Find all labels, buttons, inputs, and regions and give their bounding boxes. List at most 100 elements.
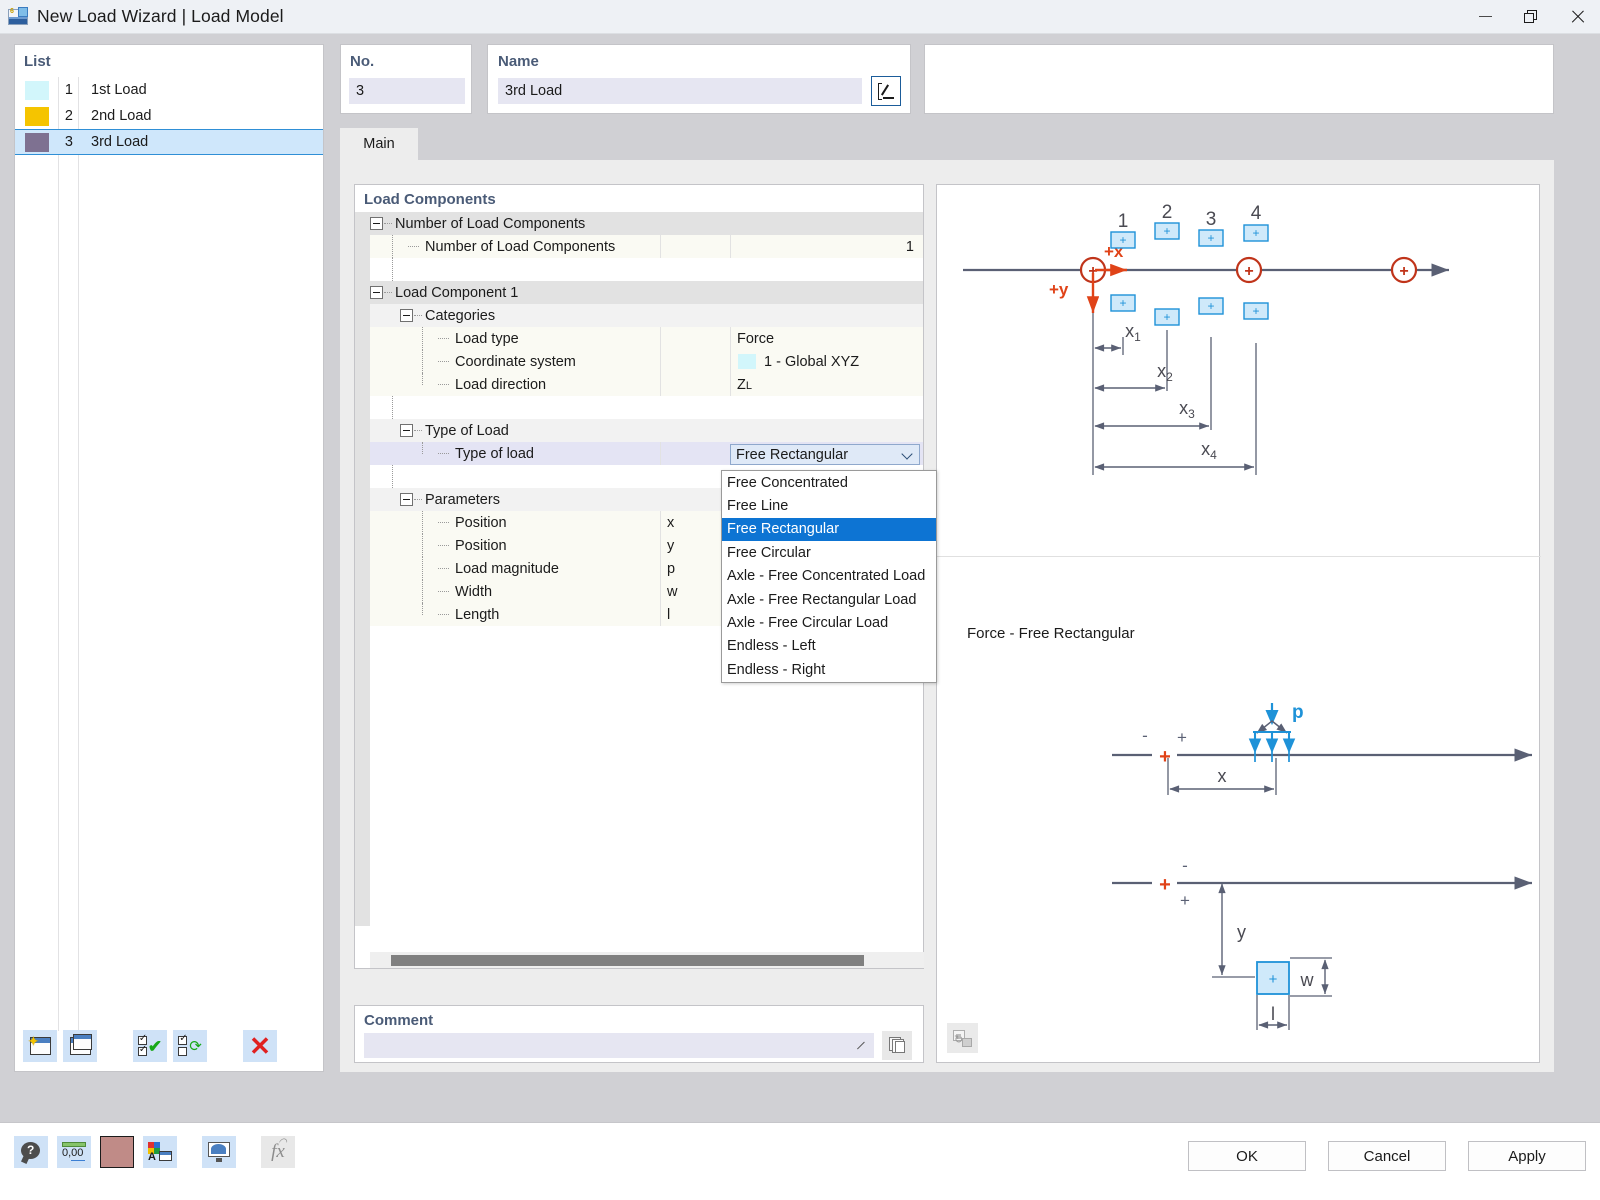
tree-row-load-type[interactable]: Load type Force [355, 327, 923, 350]
tree-horizontal-scrollbar[interactable] [370, 952, 924, 968]
svg-text:+: + [1119, 296, 1126, 310]
tree-row-label: Width [455, 583, 493, 600]
formula-button[interactable]: fx ◠ [261, 1136, 295, 1168]
dropdown-option-axle-free-circular-load[interactable]: Axle - Free Circular Load [722, 611, 936, 634]
display-properties-button[interactable]: A [143, 1136, 177, 1168]
list-item-label: 3rd Load [91, 134, 149, 150]
name-edit-button[interactable] [871, 76, 901, 106]
collapse-icon[interactable] [400, 424, 413, 437]
scrollbar-thumb[interactable] [391, 955, 864, 966]
tree-row-value: Force [737, 330, 775, 347]
type-of-load-combobox[interactable]: Free Rectangular [730, 444, 920, 465]
main-content: Load Components Number of Load Component… [340, 160, 1554, 1072]
svg-text:+: + [1177, 728, 1187, 747]
tree-row-symbol: y [667, 537, 675, 554]
list-item-number: 1 [64, 82, 73, 98]
list-panel: List 1 1st Load 2 2nd Load 3 3rd Load ✦ [14, 44, 324, 1072]
fx-icon: fx ◠ [271, 1137, 287, 1162]
tree-row-type-of-load[interactable]: Type of load Free Rectangular [355, 442, 923, 465]
resize-handle-icon[interactable] [855, 1040, 865, 1050]
info-panel [924, 44, 1554, 114]
svg-text:x2: x2 [1157, 361, 1173, 384]
type-of-load-value: Free Rectangular [736, 446, 849, 463]
tree-row-label: Position [455, 514, 507, 531]
decimal-ruler-icon: 0,00 [62, 1142, 86, 1162]
tree-group-type-of-load[interactable]: Type of Load [355, 419, 923, 442]
tree-group-load-component-1[interactable]: Load Component 1 [355, 281, 923, 304]
invert-selection-button[interactable]: ⟳ [173, 1030, 207, 1062]
dropdown-option-free-circular[interactable]: Free Circular [722, 541, 936, 564]
tree-group-number-of-load-components[interactable]: Number of Load Components [355, 212, 923, 235]
svg-text:+: + [1269, 971, 1278, 988]
svg-text:x1: x1 [1125, 321, 1141, 344]
minimize-button[interactable] [1462, 0, 1508, 34]
svg-text:-: - [1182, 856, 1188, 875]
list-item-2[interactable]: 2 2nd Load [15, 103, 323, 129]
cancel-button[interactable]: Cancel [1328, 1141, 1446, 1171]
color-swatch-button[interactable] [100, 1136, 134, 1168]
tree-row-load-direction[interactable]: Load direction ZL [355, 373, 923, 396]
diagram-caption: Force - Free Rectangular [967, 625, 1135, 642]
tab-main[interactable]: Main [340, 128, 418, 160]
tree-row-label: Parameters [425, 491, 500, 508]
list-item-3[interactable]: 3 3rd Load [15, 129, 323, 155]
close-button[interactable] [1554, 0, 1600, 34]
comment-copy-button[interactable] [882, 1031, 912, 1060]
diagram-refresh-button[interactable]: ↻ [947, 1023, 978, 1053]
restore-button[interactable] [1508, 0, 1554, 34]
svg-text:+: + [1119, 233, 1126, 247]
delete-load-button[interactable]: ✕ [243, 1030, 277, 1062]
tree-row-label: Number of Load Components [395, 215, 586, 232]
checklist-check-icon: ✔ [137, 1033, 162, 1056]
dialog-footer: ? 0,00 A fx ◠ OK Cancel Apply [0, 1122, 1600, 1200]
collapse-icon[interactable] [370, 286, 383, 299]
tree-group-categories[interactable]: Categories [355, 304, 923, 327]
svg-text:+: + [1159, 746, 1171, 768]
no-panel-title: No. [350, 53, 375, 70]
comment-panel-title: Comment [364, 1012, 434, 1029]
visual-settings-button[interactable] [202, 1136, 236, 1168]
tree-row-value: 1 [905, 238, 914, 255]
svg-text:+: + [1252, 304, 1259, 318]
dropdown-option-free-concentrated[interactable]: Free Concentrated [722, 471, 936, 494]
tree-spacer [355, 258, 923, 281]
tab-main-label: Main [363, 136, 395, 152]
chevron-down-icon[interactable] [903, 449, 913, 459]
select-all-button[interactable]: ✔ [133, 1030, 167, 1062]
tree-row-coordinate-system[interactable]: Coordinate system 1 - Global XYZ [355, 350, 923, 373]
dropdown-option-axle-free-rectangular-load[interactable]: Axle - Free Rectangular Load [722, 588, 936, 611]
pencil-edit-icon [877, 82, 895, 100]
dropdown-option-endless-right[interactable]: Endless - Right [722, 658, 936, 681]
ok-button[interactable]: OK [1188, 1141, 1306, 1171]
tree-row-value: ZL [737, 376, 752, 393]
list-item-1[interactable]: 1 1st Load [15, 77, 323, 103]
name-input[interactable] [498, 78, 862, 104]
tree-panel-title: Load Components [364, 191, 496, 208]
collapse-icon[interactable] [400, 493, 413, 506]
svg-text:+: + [1163, 224, 1170, 238]
collapse-icon[interactable] [370, 217, 383, 230]
collapse-icon[interactable] [400, 309, 413, 322]
monitor-icon [208, 1142, 230, 1162]
apply-button[interactable]: Apply [1468, 1141, 1586, 1171]
new-load-button[interactable]: ✦ [23, 1030, 57, 1062]
tree-row-label: Load magnitude [455, 560, 559, 577]
type-of-load-dropdown[interactable]: Free Concentrated Free Line Free Rectang… [721, 470, 937, 683]
dropdown-option-free-rectangular[interactable]: Free Rectangular [722, 517, 936, 542]
comment-input[interactable] [364, 1033, 874, 1058]
tree-row-number-of-load-components[interactable]: Number of Load Components 1 [355, 235, 923, 258]
dropdown-option-axle-free-concentrated-load[interactable]: Axle - Free Concentrated Load [722, 565, 936, 588]
tree-row-label: Position [455, 537, 507, 554]
tree-row-label: Type of Load [425, 422, 509, 439]
copy-load-button[interactable] [63, 1030, 97, 1062]
units-button[interactable]: 0,00 [57, 1136, 91, 1168]
no-input[interactable] [349, 78, 465, 104]
load-list[interactable]: 1 1st Load 2 2nd Load 3 3rd Load [15, 77, 323, 1031]
svg-text:+: + [1252, 226, 1259, 240]
tree-row-symbol: l [667, 606, 671, 623]
dropdown-option-endless-left[interactable]: Endless - Left [722, 635, 936, 658]
tree-row-label: Length [455, 606, 500, 623]
dropdown-option-free-line[interactable]: Free Line [722, 494, 936, 517]
tree-row-label: Number of Load Components [425, 238, 616, 255]
help-button[interactable]: ? [14, 1136, 48, 1168]
